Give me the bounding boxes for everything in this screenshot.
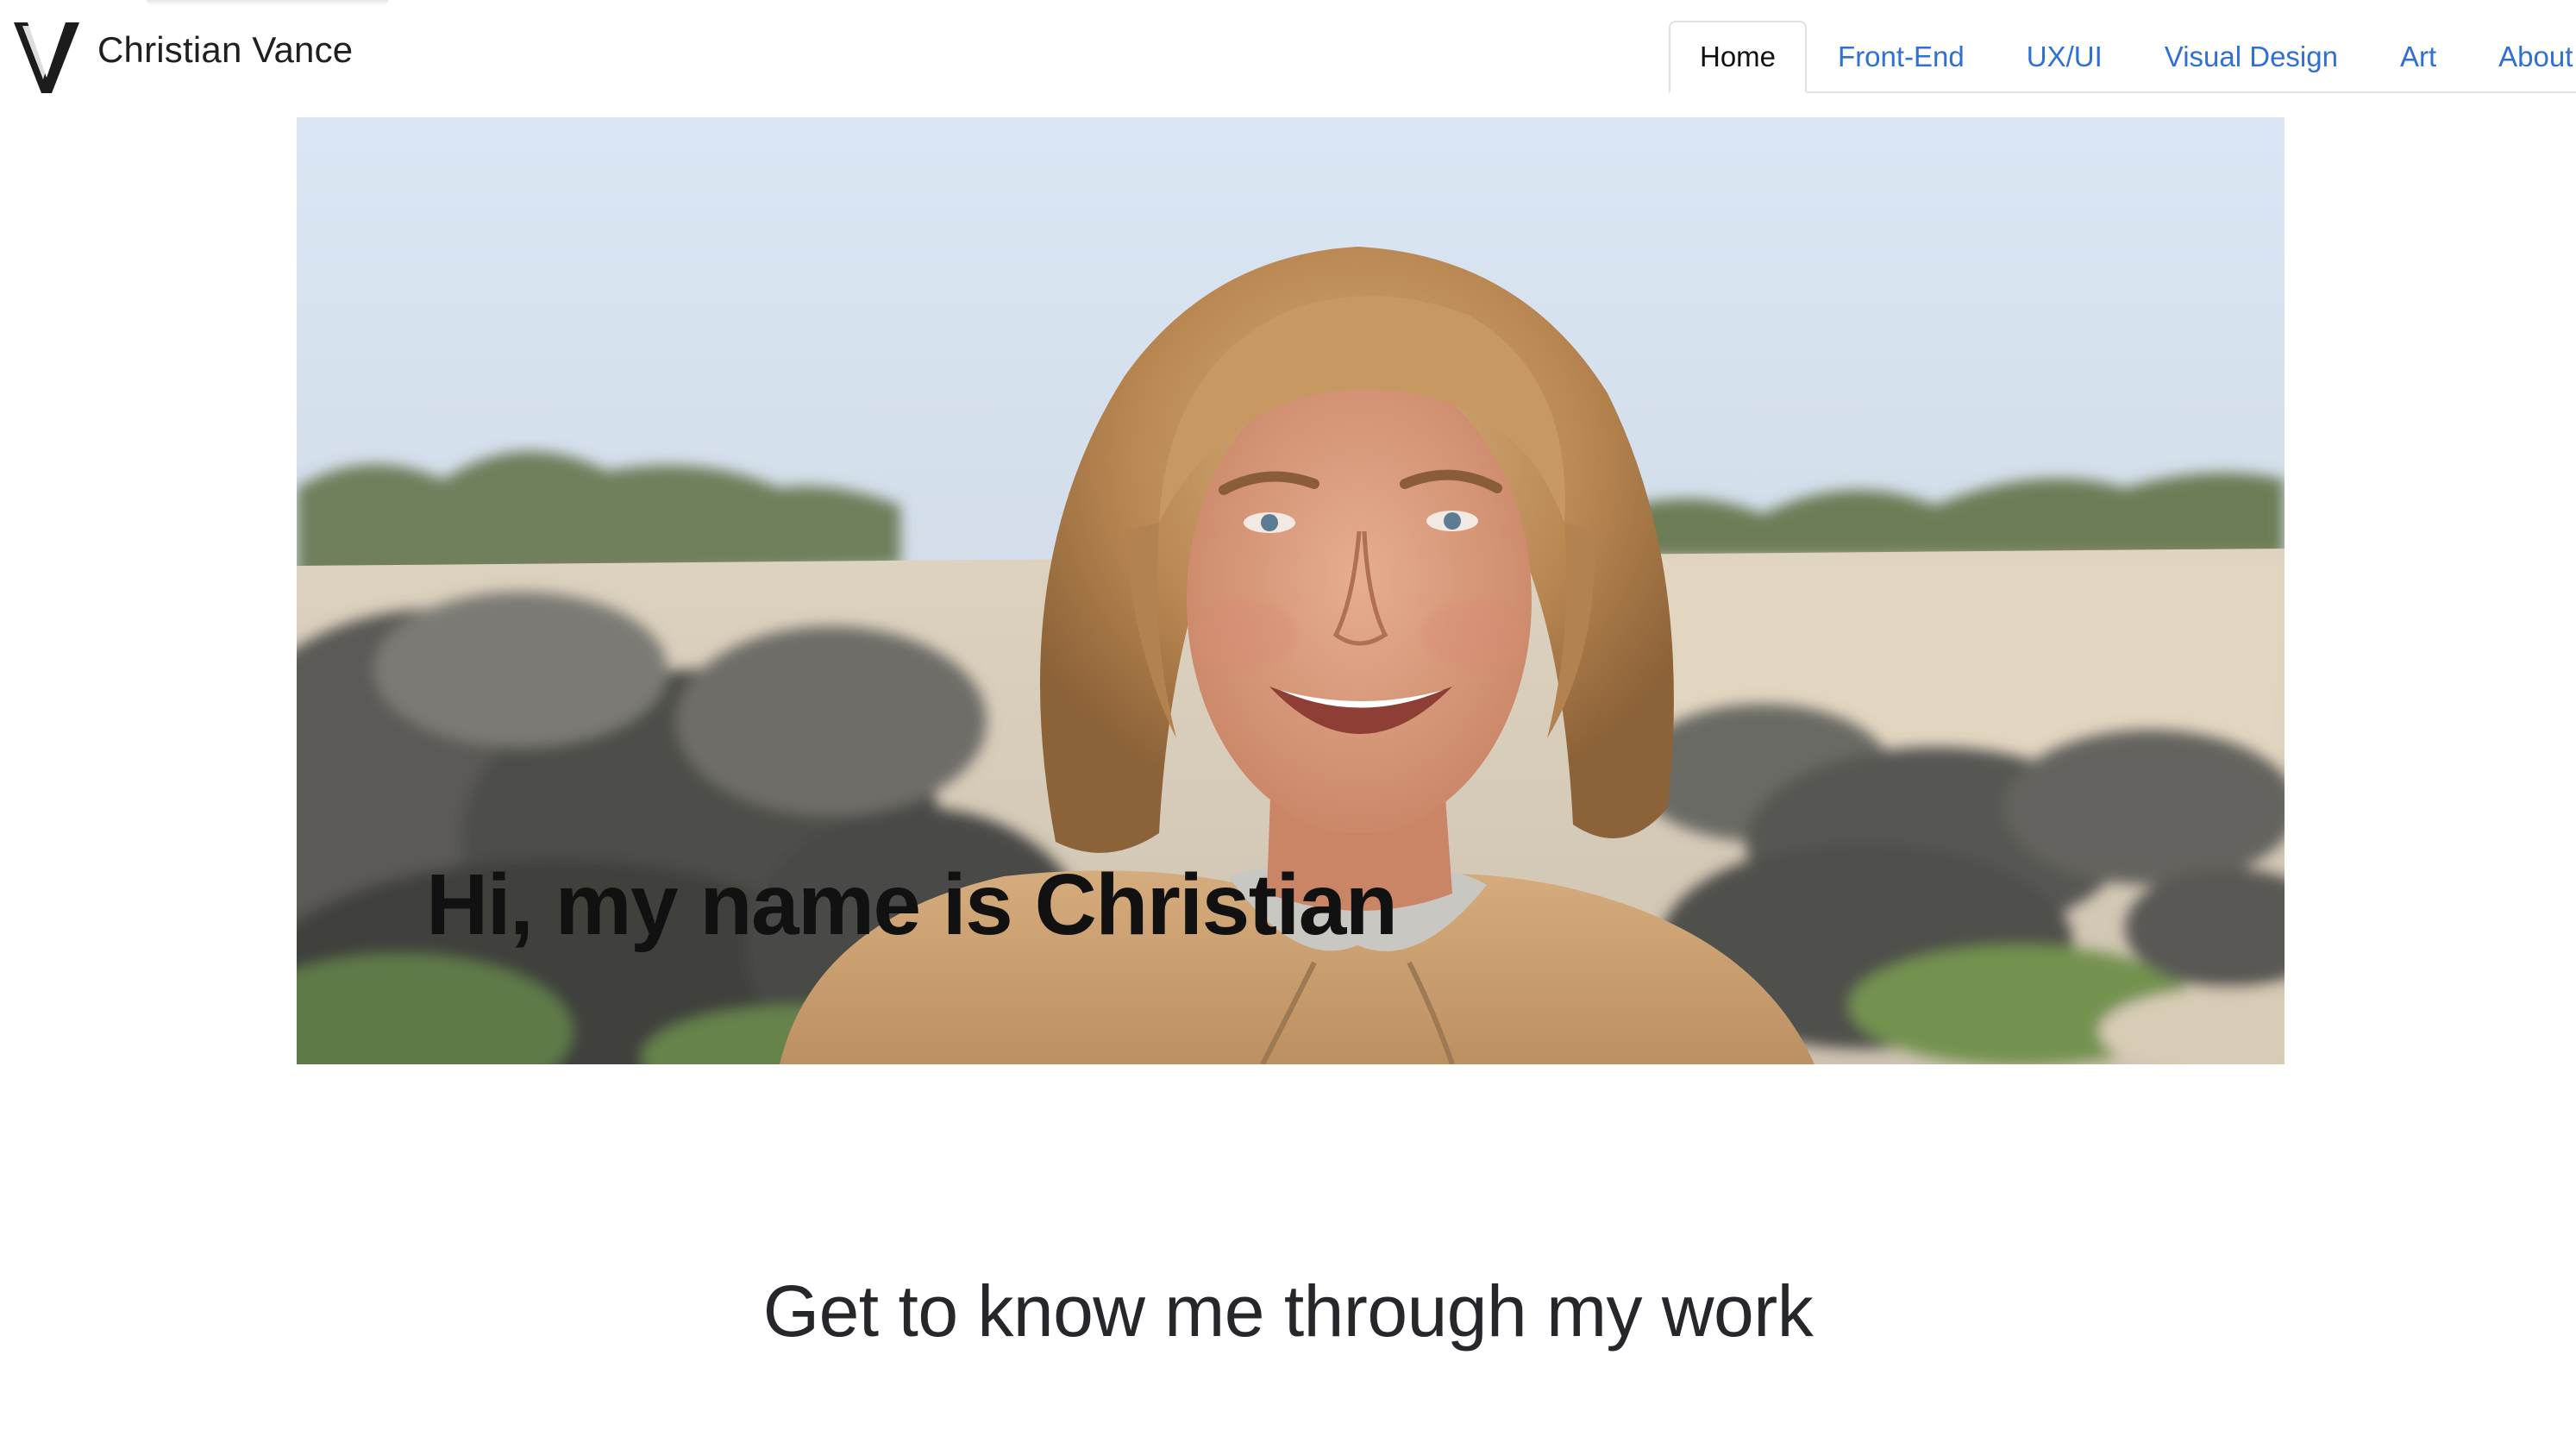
tab-about[interactable]: About	[2467, 21, 2576, 93]
tab-visual-design[interactable]: Visual Design	[2134, 21, 2369, 93]
tab-front-end[interactable]: Front-End	[1807, 21, 1996, 93]
hero-heading: Hi, my name is Christian	[426, 856, 1398, 953]
section-title: Get to know me through my work	[762, 1270, 1814, 1352]
top-shadow	[147, 0, 388, 5]
tab-home[interactable]: Home	[1669, 21, 1808, 93]
v-logo-icon[interactable]	[12, 17, 81, 97]
hero-banner: Hi, my name is Christian	[297, 117, 2285, 1064]
tab-ux-ui[interactable]: UX/UI	[1996, 21, 2134, 93]
main-nav-tabs: Home Front-End UX/UI Visual Design Art A…	[1669, 21, 2576, 93]
site-header: Christian Vance Home Front-End UX/UI Vis…	[0, 0, 2576, 95]
brand-name-link[interactable]: Christian Vance	[97, 29, 353, 71]
tab-art[interactable]: Art	[2369, 21, 2467, 93]
